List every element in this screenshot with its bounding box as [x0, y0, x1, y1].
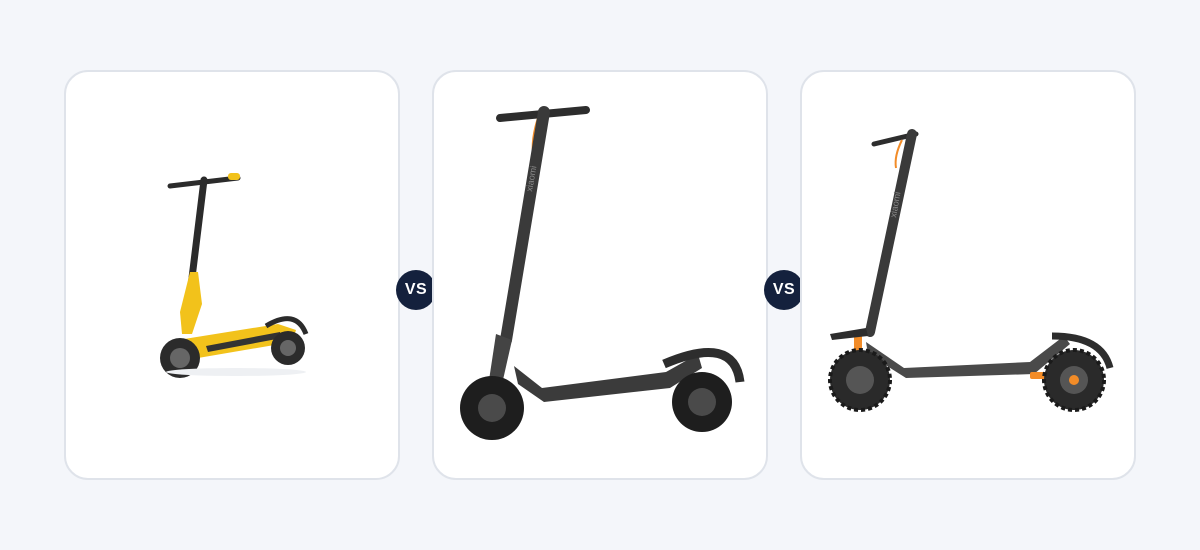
offroad-scooter-image: xiaomi: [828, 129, 1114, 412]
yellow-scooter-image: [160, 173, 309, 378]
brand-mark-text: xiaomi: [888, 191, 902, 218]
product-card-3[interactable]: xiaomi: [800, 70, 1136, 480]
dark-scooter-image: xiaomi: [460, 106, 745, 440]
vs-badge: VS: [396, 270, 436, 310]
product-card-1[interactable]: [64, 70, 400, 480]
product-card-2[interactable]: xiaomi: [432, 70, 768, 480]
vs-badge: VS: [764, 270, 804, 310]
